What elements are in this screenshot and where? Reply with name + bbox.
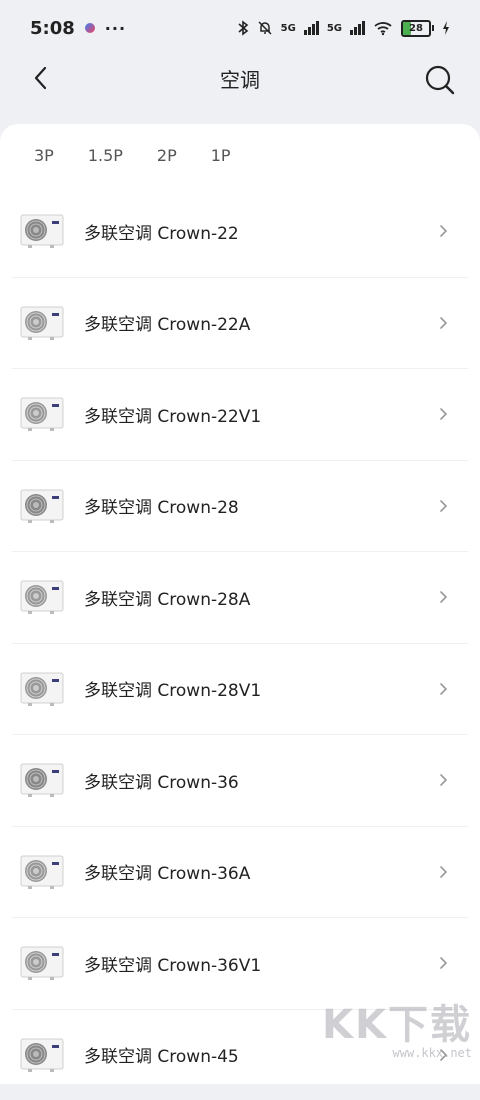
top-app-bar: 空调 (0, 56, 480, 122)
signal-strength-icon (304, 21, 319, 35)
list-item[interactable]: 多联空调 Crown-36A (12, 827, 468, 919)
wifi-icon (373, 20, 393, 36)
product-name: 多联空调 Crown-36A (84, 859, 250, 884)
status-right: 5G 5G 28 (237, 20, 450, 37)
network-5g-label-2: 5G (327, 23, 342, 34)
product-name: 多联空调 Crown-22 (84, 219, 239, 244)
list-item[interactable]: 多联空调 Crown-28 (12, 461, 468, 553)
chevron-right-icon (438, 224, 448, 238)
list-item[interactable]: 多联空调 Crown-22 (12, 186, 468, 278)
page-title: 空调 (220, 64, 260, 93)
chevron-right-icon (438, 316, 448, 330)
filter-tab-3p[interactable]: 3P (34, 146, 54, 164)
bluetooth-icon (237, 20, 249, 36)
chevron-right-icon (438, 682, 448, 696)
chevron-right-icon (438, 1048, 448, 1062)
filter-tab-2p[interactable]: 2P (157, 146, 177, 164)
ac-outdoor-unit-thumbnail (20, 488, 64, 524)
more-notifications-indicator: ··· (105, 19, 126, 38)
product-name: 多联空调 Crown-36 (84, 768, 239, 793)
ac-outdoor-unit-thumbnail (20, 762, 64, 798)
ac-outdoor-unit-thumbnail (20, 213, 64, 249)
ac-outdoor-unit-thumbnail (20, 854, 64, 890)
product-name: 多联空调 Crown-28A (84, 585, 250, 610)
product-name: 多联空调 Crown-22V1 (84, 402, 261, 427)
list-item[interactable]: 多联空调 Crown-45 (12, 1010, 468, 1100)
product-name: 多联空调 Crown-22A (84, 310, 250, 335)
list-item[interactable]: 多联空调 Crown-22V1 (12, 369, 468, 461)
chevron-right-icon (438, 773, 448, 787)
chevron-right-icon (438, 499, 448, 513)
capacity-filter-tabs: 3P 1.5P 2P 1P (0, 124, 480, 164)
product-list-card: 3P 1.5P 2P 1P 多联空调 Crown-22 多联空调 Crown-2… (0, 124, 480, 1084)
product-name: 多联空调 Crown-45 (84, 1042, 239, 1067)
list-item[interactable]: 多联空调 Crown-36V1 (12, 918, 468, 1010)
silent-bell-icon (257, 20, 273, 36)
battery-icon: 28 (401, 20, 434, 37)
chevron-right-icon (438, 956, 448, 970)
product-list: 多联空调 Crown-22 多联空调 Crown-22A 多联空调 Crown-… (12, 186, 468, 1100)
ac-outdoor-unit-thumbnail (20, 579, 64, 615)
charging-icon (442, 21, 450, 35)
ac-outdoor-unit-thumbnail (20, 671, 64, 707)
back-arrow-icon[interactable] (28, 64, 56, 92)
list-item[interactable]: 多联空调 Crown-36 (12, 735, 468, 827)
chevron-right-icon (438, 590, 448, 604)
list-item[interactable]: 多联空调 Crown-22A (12, 278, 468, 370)
notification-app-icon (85, 23, 95, 33)
product-name: 多联空调 Crown-36V1 (84, 951, 261, 976)
battery-level: 28 (409, 23, 423, 34)
status-bar: 5:08 ··· 5G 5G 28 (0, 0, 480, 56)
search-icon[interactable] (424, 64, 456, 96)
ac-outdoor-unit-thumbnail (20, 945, 64, 981)
product-name: 多联空调 Crown-28V1 (84, 676, 261, 701)
chevron-right-icon (438, 407, 448, 421)
product-name: 多联空调 Crown-28 (84, 493, 239, 518)
chevron-right-icon (438, 865, 448, 879)
ac-outdoor-unit-thumbnail (20, 1037, 64, 1073)
ac-outdoor-unit-thumbnail (20, 305, 64, 341)
signal-strength-icon-2 (350, 21, 365, 35)
ac-outdoor-unit-thumbnail (20, 396, 64, 432)
status-left: 5:08 ··· (30, 18, 126, 39)
network-5g-label: 5G (281, 23, 296, 34)
filter-tab-1p[interactable]: 1P (211, 146, 231, 164)
list-item[interactable]: 多联空调 Crown-28A (12, 552, 468, 644)
list-item[interactable]: 多联空调 Crown-28V1 (12, 644, 468, 736)
clock: 5:08 (30, 18, 75, 39)
filter-tab-1-5p[interactable]: 1.5P (88, 146, 123, 164)
